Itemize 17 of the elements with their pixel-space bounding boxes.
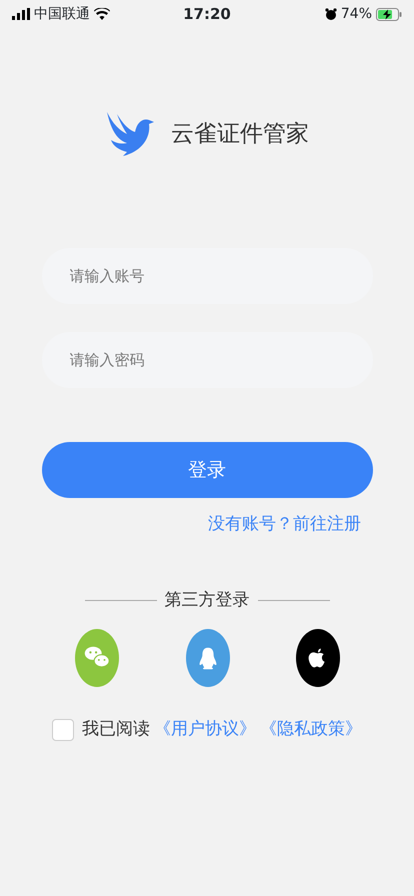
input-field[interactable]: 请输入密码 bbox=[42, 332, 372, 388]
alarm-icon bbox=[324, 8, 337, 20]
login-button[interactable]: 登录 bbox=[42, 442, 372, 498]
agreement-text: 我已阅读 bbox=[82, 718, 150, 741]
wifi-icon bbox=[94, 8, 110, 20]
section-title: 第三方登录 bbox=[164, 588, 250, 612]
bird-logo-icon bbox=[105, 110, 155, 158]
carrier-name: 中国联通 bbox=[34, 4, 90, 24]
battery-percent: 74% bbox=[340, 4, 372, 24]
signal-icon bbox=[12, 8, 30, 20]
app-name: 云雀证件管家 bbox=[171, 120, 309, 149]
agreement-checkbox[interactable] bbox=[52, 718, 74, 741]
register-link[interactable]: 没有账号？前往注册 bbox=[208, 512, 361, 538]
policy-link[interactable]: 《隐私政策》 bbox=[260, 717, 362, 742]
input-field[interactable]: 请输入账号 bbox=[42, 248, 372, 304]
clock-time: 17:20 bbox=[183, 4, 231, 25]
policy-link[interactable]: 《用户协议》 bbox=[154, 717, 256, 742]
